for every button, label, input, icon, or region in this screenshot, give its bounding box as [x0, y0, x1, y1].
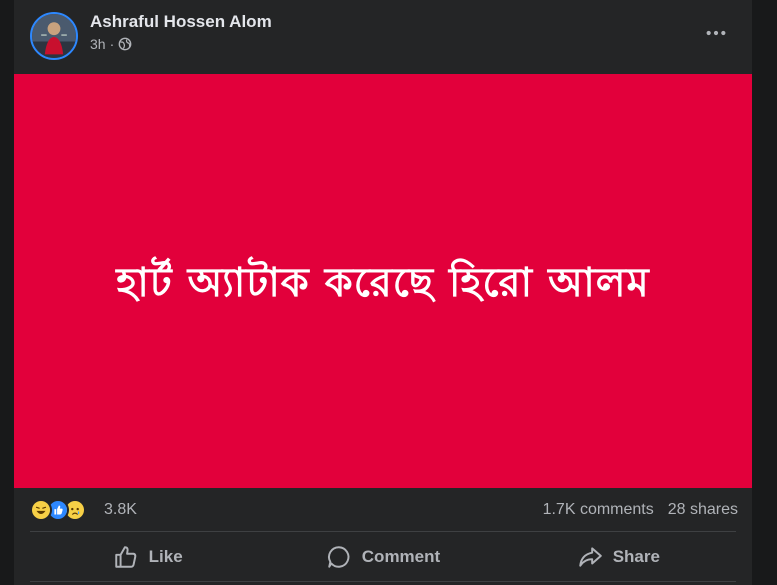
reaction-count[interactable]: 3.8K [104, 501, 137, 519]
post-stats: 3.8K 1.7K comments 28 shares [14, 490, 752, 530]
post-card: Ashraful Hossen Alom 3h · হার্ট অ্যাটাক … [14, 0, 752, 585]
globe-icon[interactable] [118, 37, 132, 51]
comment-label: Comment [361, 547, 441, 566]
share-icon [578, 547, 602, 567]
comment-button[interactable]: Comment [265, 533, 500, 581]
more-dots-icon [706, 30, 726, 36]
like-button[interactable]: Like [30, 533, 265, 581]
more-options-button[interactable] [698, 18, 734, 48]
post-image-text: হার্ট অ্যাটাক করেছে হিরো আলম [116, 259, 650, 306]
author-name[interactable]: Ashraful Hossen Alom [90, 12, 272, 32]
post-image[interactable]: হার্ট অ্যাটাক করেছে হিরো আলম [14, 74, 752, 488]
shares-count[interactable]: 28 shares [668, 501, 738, 519]
like-label: Like [148, 547, 183, 566]
action-bar: Like Comment Share [30, 533, 736, 581]
engagement-counts: 1.7K comments 28 shares [543, 501, 738, 519]
meta-separator: · [109, 36, 115, 52]
thumbs-up-icon [114, 546, 136, 568]
avatar-image [32, 14, 76, 58]
comment-icon [327, 546, 350, 568]
post-time[interactable]: 3h [90, 36, 106, 52]
post-meta: 3h · [90, 36, 132, 52]
share-button[interactable]: Share [501, 533, 736, 581]
avatar[interactable] [30, 12, 78, 60]
reactions-summary[interactable] [30, 499, 86, 521]
haha-icon [30, 499, 52, 521]
divider [30, 531, 736, 532]
comments-count[interactable]: 1.7K comments [543, 501, 654, 519]
post-header: Ashraful Hossen Alom 3h · [14, 0, 752, 74]
share-label: Share [612, 547, 660, 566]
bottom-divider [30, 581, 736, 582]
